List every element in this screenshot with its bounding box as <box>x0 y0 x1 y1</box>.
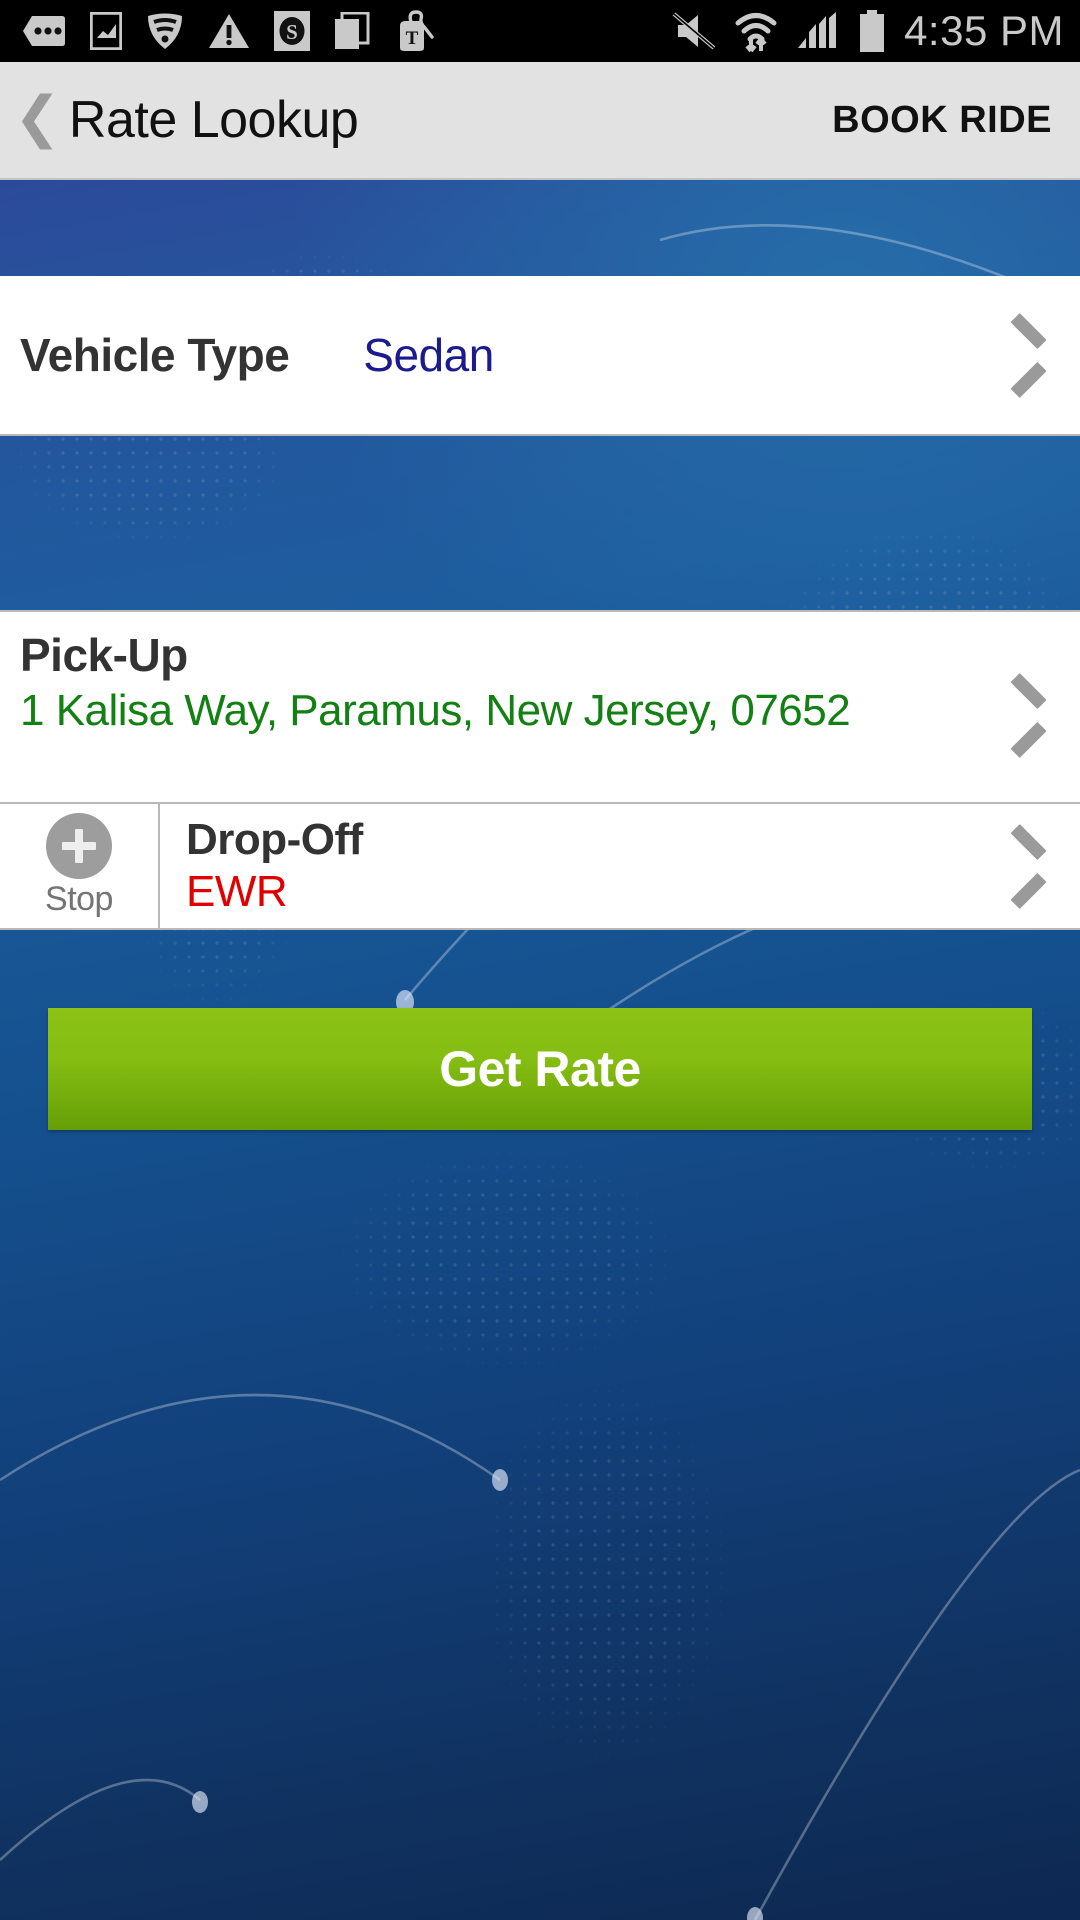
book-ride-button[interactable]: BOOK RIDE <box>832 99 1052 142</box>
vehicle-type-row[interactable]: Vehicle Type Sedan <box>0 276 1080 436</box>
vehicle-type-value: Sedan <box>363 329 494 381</box>
status-bar: S T 4:35 PM <box>0 0 1080 62</box>
chevron-left-icon: ❮ <box>14 85 61 148</box>
battery-icon <box>860 10 885 52</box>
svg-text:S: S <box>286 20 298 44</box>
status-bar-right-icons <box>672 9 886 53</box>
s-badge-icon: S <box>274 11 310 51</box>
pickup-address: 1 Kalisa Way, Paramus, New Jersey, 07652 <box>20 686 851 735</box>
page-background: Vehicle Type Sedan Pick-Up 1 Kalisa Way,… <box>0 180 1080 1920</box>
pickup-texts: Pick-Up 1 Kalisa Way, Paramus, New Jerse… <box>20 628 998 735</box>
vehicle-type-label: Vehicle Type <box>20 329 290 381</box>
copy-icon <box>335 12 370 49</box>
chevron-right-icon <box>998 678 1050 752</box>
dropoff-row[interactable]: Stop Drop-Off EWR <box>0 802 1080 930</box>
status-bar-left-icons: S T <box>22 10 672 52</box>
dropoff-value: EWR <box>186 867 288 916</box>
dropoff-label: Drop-Off <box>186 815 363 864</box>
chevron-right-icon <box>998 829 1050 903</box>
mute-icon <box>672 12 716 50</box>
messages-icon <box>23 16 65 46</box>
plus-circle-icon <box>46 813 112 879</box>
tmobile-tag-icon: T <box>400 10 434 51</box>
svg-text:T: T <box>406 28 419 49</box>
wifi-data-icon <box>735 13 777 53</box>
back-button[interactable]: ❮ Rate Lookup <box>14 85 832 150</box>
page-title: Rate Lookup <box>68 91 359 149</box>
phone-screen: S T 4:35 PM ❮ Rate Lookup BOOK RIDE Vehi… <box>0 0 1080 1920</box>
add-stop-button[interactable]: Stop <box>0 802 160 930</box>
signal-bars-icon <box>798 12 837 48</box>
wifi-shield-icon <box>148 13 182 49</box>
status-bar-clock: 4:35 PM <box>904 7 1064 54</box>
navigation-bar: ❮ Rate Lookup BOOK RIDE <box>0 62 1080 180</box>
pickup-label: Pick-Up <box>20 629 188 681</box>
screenshot-icon <box>90 12 122 50</box>
pickup-row[interactable]: Pick-Up 1 Kalisa Way, Paramus, New Jerse… <box>0 610 1080 802</box>
add-stop-label: Stop <box>45 880 113 918</box>
get-rate-button[interactable]: Get Rate <box>48 1008 1032 1130</box>
chevron-right-icon <box>998 318 1050 392</box>
get-rate-container: Get Rate <box>48 1008 1032 1130</box>
dropoff-texts: Drop-Off EWR <box>160 815 998 917</box>
warning-icon <box>209 14 249 48</box>
